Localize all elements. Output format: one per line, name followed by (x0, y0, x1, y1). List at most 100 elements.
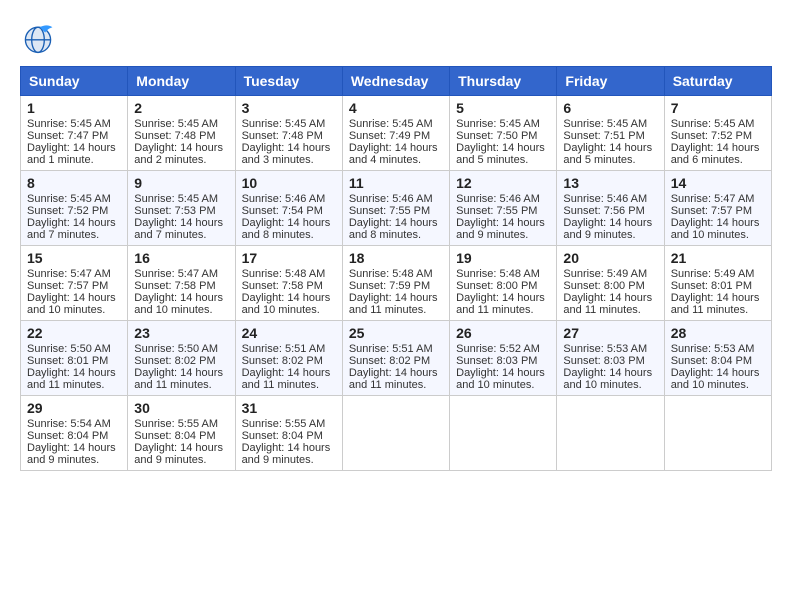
weekday-header-saturday: Saturday (664, 67, 771, 96)
calendar-cell: 24 Sunrise: 5:51 AM Sunset: 8:02 PM Dayl… (235, 321, 342, 396)
daylight-text: Daylight: 14 hours and 11 minutes. (456, 292, 545, 316)
day-number: 19 (456, 250, 550, 266)
day-number: 22 (27, 325, 121, 341)
daylight-text: Daylight: 14 hours and 9 minutes. (134, 442, 223, 466)
sunrise-text: Sunrise: 5:47 AM (27, 268, 111, 280)
sunrise-text: Sunrise: 5:51 AM (349, 343, 433, 355)
calendar-cell: 26 Sunrise: 5:52 AM Sunset: 8:03 PM Dayl… (450, 321, 557, 396)
sunset-text: Sunset: 8:03 PM (456, 355, 537, 367)
day-number: 25 (349, 325, 443, 341)
sunrise-text: Sunrise: 5:45 AM (27, 193, 111, 205)
day-number: 1 (27, 100, 121, 116)
daylight-text: Daylight: 14 hours and 10 minutes. (671, 217, 760, 241)
calendar-cell: 13 Sunrise: 5:46 AM Sunset: 7:56 PM Dayl… (557, 171, 664, 246)
sunrise-text: Sunrise: 5:45 AM (27, 118, 111, 130)
daylight-text: Daylight: 14 hours and 3 minutes. (242, 142, 331, 166)
calendar-cell: 25 Sunrise: 5:51 AM Sunset: 8:02 PM Dayl… (342, 321, 449, 396)
calendar-cell: 22 Sunrise: 5:50 AM Sunset: 8:01 PM Dayl… (21, 321, 128, 396)
day-number: 17 (242, 250, 336, 266)
sunrise-text: Sunrise: 5:46 AM (563, 193, 647, 205)
calendar-cell: 14 Sunrise: 5:47 AM Sunset: 7:57 PM Dayl… (664, 171, 771, 246)
daylight-text: Daylight: 14 hours and 8 minutes. (242, 217, 331, 241)
day-number: 30 (134, 400, 228, 416)
sunset-text: Sunset: 7:52 PM (27, 205, 108, 217)
weekday-header-row: SundayMondayTuesdayWednesdayThursdayFrid… (21, 67, 772, 96)
day-number: 23 (134, 325, 228, 341)
sunrise-text: Sunrise: 5:55 AM (242, 418, 326, 430)
sunrise-text: Sunrise: 5:48 AM (349, 268, 433, 280)
day-number: 13 (563, 175, 657, 191)
daylight-text: Daylight: 14 hours and 11 minutes. (349, 292, 438, 316)
sunset-text: Sunset: 7:58 PM (242, 280, 323, 292)
daylight-text: Daylight: 14 hours and 10 minutes. (456, 367, 545, 391)
calendar-cell: 27 Sunrise: 5:53 AM Sunset: 8:03 PM Dayl… (557, 321, 664, 396)
sunrise-text: Sunrise: 5:46 AM (242, 193, 326, 205)
daylight-text: Daylight: 14 hours and 5 minutes. (456, 142, 545, 166)
sunset-text: Sunset: 7:48 PM (242, 130, 323, 142)
sunrise-text: Sunrise: 5:45 AM (563, 118, 647, 130)
weekday-header-thursday: Thursday (450, 67, 557, 96)
sunset-text: Sunset: 8:02 PM (242, 355, 323, 367)
sunset-text: Sunset: 7:59 PM (349, 280, 430, 292)
sunset-text: Sunset: 8:04 PM (242, 430, 323, 442)
sunrise-text: Sunrise: 5:47 AM (134, 268, 218, 280)
sunrise-text: Sunrise: 5:51 AM (242, 343, 326, 355)
sunset-text: Sunset: 8:04 PM (27, 430, 108, 442)
daylight-text: Daylight: 14 hours and 10 minutes. (27, 292, 116, 316)
sunset-text: Sunset: 7:49 PM (349, 130, 430, 142)
daylight-text: Daylight: 14 hours and 5 minutes. (563, 142, 652, 166)
sunrise-text: Sunrise: 5:47 AM (671, 193, 755, 205)
day-number: 16 (134, 250, 228, 266)
sunset-text: Sunset: 8:00 PM (563, 280, 644, 292)
day-number: 7 (671, 100, 765, 116)
sunset-text: Sunset: 8:01 PM (671, 280, 752, 292)
day-number: 15 (27, 250, 121, 266)
daylight-text: Daylight: 14 hours and 11 minutes. (134, 367, 223, 391)
calendar-cell: 5 Sunrise: 5:45 AM Sunset: 7:50 PM Dayli… (450, 96, 557, 171)
calendar-cell: 3 Sunrise: 5:45 AM Sunset: 7:48 PM Dayli… (235, 96, 342, 171)
weekday-header-wednesday: Wednesday (342, 67, 449, 96)
sunrise-text: Sunrise: 5:45 AM (134, 193, 218, 205)
daylight-text: Daylight: 14 hours and 9 minutes. (456, 217, 545, 241)
calendar-cell: 6 Sunrise: 5:45 AM Sunset: 7:51 PM Dayli… (557, 96, 664, 171)
daylight-text: Daylight: 14 hours and 4 minutes. (349, 142, 438, 166)
calendar-cell: 30 Sunrise: 5:55 AM Sunset: 8:04 PM Dayl… (128, 396, 235, 471)
calendar-week-4: 22 Sunrise: 5:50 AM Sunset: 8:01 PM Dayl… (21, 321, 772, 396)
calendar-cell: 7 Sunrise: 5:45 AM Sunset: 7:52 PM Dayli… (664, 96, 771, 171)
sunrise-text: Sunrise: 5:45 AM (671, 118, 755, 130)
calendar-cell: 17 Sunrise: 5:48 AM Sunset: 7:58 PM Dayl… (235, 246, 342, 321)
day-number: 6 (563, 100, 657, 116)
daylight-text: Daylight: 14 hours and 2 minutes. (134, 142, 223, 166)
day-number: 29 (27, 400, 121, 416)
logo-icon (20, 20, 56, 56)
daylight-text: Daylight: 14 hours and 7 minutes. (27, 217, 116, 241)
calendar-cell: 23 Sunrise: 5:50 AM Sunset: 8:02 PM Dayl… (128, 321, 235, 396)
sunrise-text: Sunrise: 5:48 AM (456, 268, 540, 280)
daylight-text: Daylight: 14 hours and 8 minutes. (349, 217, 438, 241)
sunrise-text: Sunrise: 5:46 AM (349, 193, 433, 205)
sunset-text: Sunset: 8:04 PM (671, 355, 752, 367)
calendar-cell: 29 Sunrise: 5:54 AM Sunset: 8:04 PM Dayl… (21, 396, 128, 471)
daylight-text: Daylight: 14 hours and 11 minutes. (27, 367, 116, 391)
sunset-text: Sunset: 7:53 PM (134, 205, 215, 217)
calendar-week-3: 15 Sunrise: 5:47 AM Sunset: 7:57 PM Dayl… (21, 246, 772, 321)
calendar-cell (342, 396, 449, 471)
day-number: 21 (671, 250, 765, 266)
sunrise-text: Sunrise: 5:45 AM (242, 118, 326, 130)
weekday-header-monday: Monday (128, 67, 235, 96)
calendar-week-1: 1 Sunrise: 5:45 AM Sunset: 7:47 PM Dayli… (21, 96, 772, 171)
daylight-text: Daylight: 14 hours and 11 minutes. (671, 292, 760, 316)
daylight-text: Daylight: 14 hours and 10 minutes. (671, 367, 760, 391)
day-number: 24 (242, 325, 336, 341)
daylight-text: Daylight: 14 hours and 11 minutes. (242, 367, 331, 391)
calendar-cell: 16 Sunrise: 5:47 AM Sunset: 7:58 PM Dayl… (128, 246, 235, 321)
calendar-table: SundayMondayTuesdayWednesdayThursdayFrid… (20, 66, 772, 471)
sunset-text: Sunset: 7:57 PM (27, 280, 108, 292)
sunrise-text: Sunrise: 5:49 AM (563, 268, 647, 280)
calendar-cell (557, 396, 664, 471)
daylight-text: Daylight: 14 hours and 7 minutes. (134, 217, 223, 241)
sunrise-text: Sunrise: 5:49 AM (671, 268, 755, 280)
sunset-text: Sunset: 7:50 PM (456, 130, 537, 142)
daylight-text: Daylight: 14 hours and 9 minutes. (563, 217, 652, 241)
calendar-cell: 1 Sunrise: 5:45 AM Sunset: 7:47 PM Dayli… (21, 96, 128, 171)
